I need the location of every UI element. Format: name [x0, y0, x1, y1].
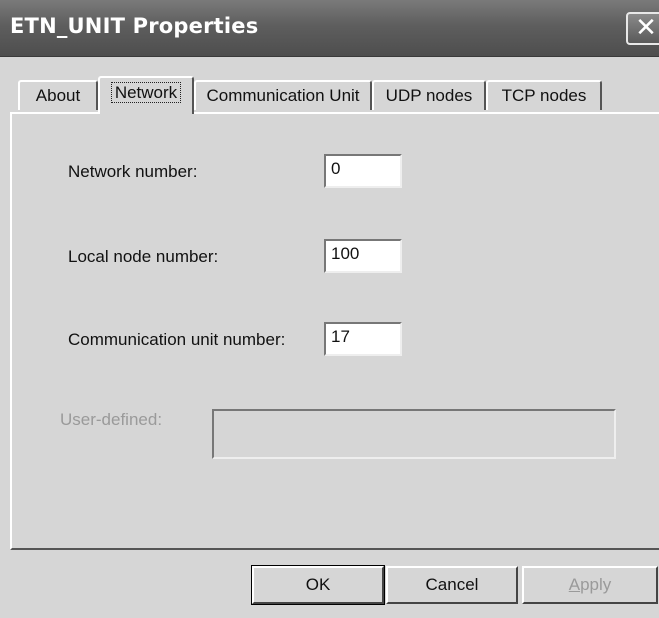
communication-unit-number-label: Communication unit number: [68, 330, 286, 349]
apply-button-rest: pply [580, 575, 612, 594]
tab-network-label: Network [110, 82, 182, 103]
tab-communication-unit-label: Communication Unit [206, 86, 360, 105]
user-defined-field[interactable] [212, 409, 616, 459]
apply-button[interactable]: Apply [522, 566, 658, 604]
window-title: ETN_UNIT Properties [10, 14, 259, 38]
title-bar[interactable]: ETN_UNIT Properties [0, 0, 659, 57]
network-number-label: Network number: [68, 162, 198, 181]
apply-button-accel: A [568, 575, 581, 594]
tab-tcp-nodes-label: TCP nodes [501, 86, 587, 105]
tab-communication-unit[interactable]: Communication Unit [194, 80, 372, 110]
cancel-button[interactable]: Cancel [386, 566, 518, 604]
user-defined-label: User-defined: [60, 410, 163, 429]
tab-strip: About Network Communication Unit UDP nod… [0, 72, 659, 114]
tab-udp-nodes[interactable]: UDP nodes [372, 80, 486, 110]
tab-network[interactable]: Network [98, 76, 194, 114]
tab-about-label: About [35, 86, 81, 105]
local-node-number-field[interactable]: 100 [324, 239, 402, 273]
network-number-field[interactable]: 0 [324, 154, 402, 188]
communication-unit-number-field[interactable]: 17 [324, 322, 402, 356]
local-node-number-label: Local node number: [68, 247, 219, 266]
close-icon[interactable]: ✕ [626, 12, 659, 45]
tab-tcp-nodes[interactable]: TCP nodes [486, 80, 602, 110]
tab-udp-nodes-label: UDP nodes [385, 86, 473, 105]
ok-button[interactable]: OK [251, 565, 385, 605]
tab-about[interactable]: About [18, 80, 98, 110]
network-tab-panel: Network number: 0 Local node number: 100… [10, 112, 659, 550]
